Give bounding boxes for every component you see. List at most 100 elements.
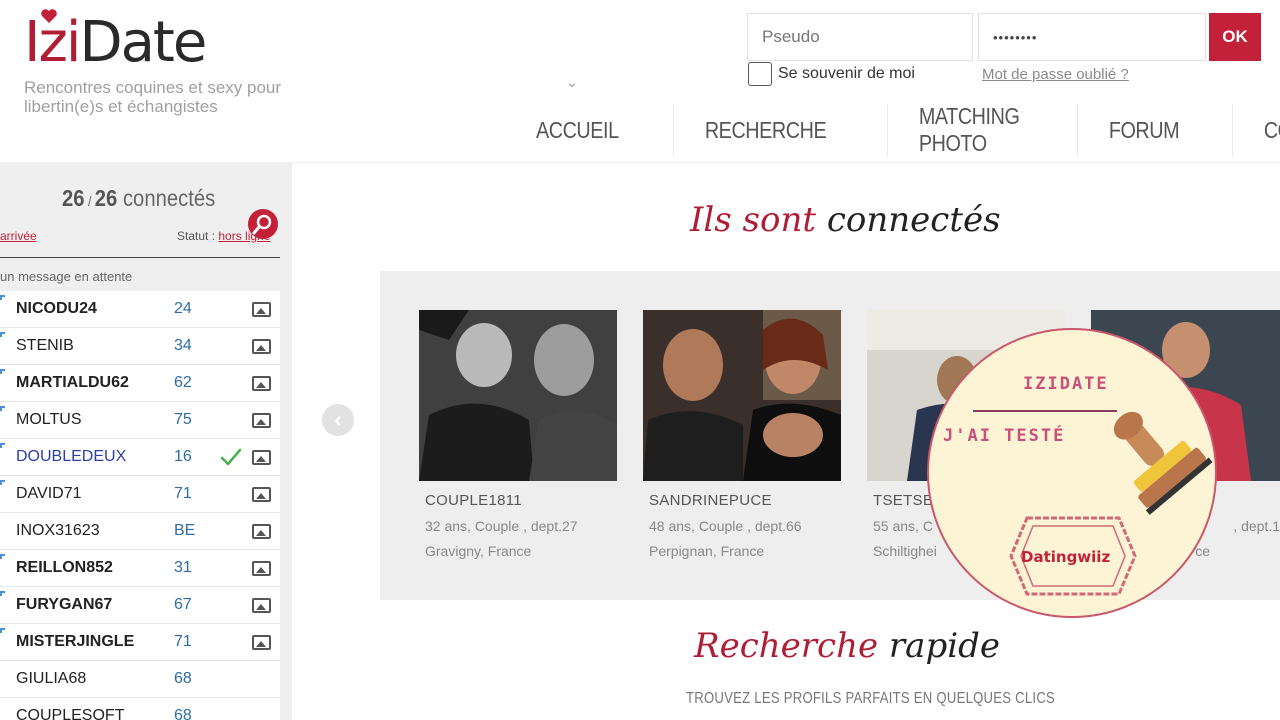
- heart-icon: [41, 9, 57, 23]
- user-row[interactable]: DOUBLEDEUX 16: [0, 439, 280, 476]
- user-age: 75: [174, 411, 192, 428]
- user-row[interactable]: INOX31623 BE: [0, 513, 280, 550]
- remember-checkbox[interactable]: [748, 62, 772, 86]
- search-icon[interactable]: [248, 209, 278, 239]
- photo-icon[interactable]: [252, 339, 271, 354]
- connected-section-title: Ils sont connectés: [690, 200, 1001, 240]
- user-name[interactable]: DAVID71: [16, 485, 82, 503]
- corner-marker-icon: [0, 406, 5, 411]
- password-input[interactable]: ••••••••: [978, 13, 1206, 61]
- profile-photo[interactable]: [419, 310, 617, 481]
- photo-icon[interactable]: [252, 561, 271, 576]
- corner-marker-icon: [0, 554, 5, 559]
- corner-marker-icon: [0, 332, 5, 337]
- user-row[interactable]: MARTIALDU62 62: [0, 365, 280, 402]
- profile-location: Perpignan, France: [649, 543, 765, 559]
- photo-icon[interactable]: [252, 487, 271, 502]
- user-age: 34: [174, 337, 192, 354]
- profile-name[interactable]: COUPLE1811: [425, 492, 617, 509]
- login-ok-button[interactable]: OK: [1209, 13, 1261, 61]
- user-row[interactable]: MOLTUS 75: [0, 402, 280, 439]
- connected-count: 26 / 26 connectés: [62, 185, 215, 212]
- user-age: 31: [174, 559, 192, 576]
- photo-icon[interactable]: [252, 524, 271, 539]
- nav-contact[interactable]: CONTACT: [1232, 104, 1280, 156]
- chevron-left-icon[interactable]: ‹: [322, 404, 354, 436]
- user-name[interactable]: REILLON852: [16, 559, 113, 577]
- user-row[interactable]: COUPLESOFT 68: [0, 698, 280, 720]
- nav-forum[interactable]: FORUM: [1077, 104, 1210, 156]
- corner-marker-icon: [0, 369, 5, 374]
- profile-location: Gravigny, France: [425, 543, 532, 559]
- remember-me[interactable]: Se souvenir de moi: [748, 62, 915, 86]
- search-title-rest: rapide: [888, 626, 1000, 666]
- user-age: 62: [174, 374, 192, 391]
- user-name[interactable]: INOX31623: [16, 522, 100, 540]
- pseudo-input[interactable]: [747, 13, 973, 61]
- user-row[interactable]: MISTERJINGLE 71: [0, 624, 280, 661]
- photo-icon[interactable]: [252, 598, 271, 613]
- photo-icon[interactable]: [252, 302, 271, 317]
- user-name[interactable]: MOLTUS: [16, 411, 81, 429]
- site-tagline: Rencontres coquines et sexy pour liberti…: [24, 78, 282, 116]
- user-name[interactable]: NICODU24: [16, 300, 97, 318]
- logo-date: Date: [79, 10, 207, 75]
- profile-info: 32 ans, Couple , dept.27: [425, 518, 578, 534]
- quick-search-subtitle: TROUVEZ LES PROFILS PARFAITS EN QUELQUES…: [686, 690, 1056, 707]
- sidebar-divider: [0, 257, 280, 258]
- main-nav: ACCUEIL RECHERCHE MATCHING PHOTO FORUM C…: [505, 103, 1280, 156]
- connected-user-list: NICODU24 24 STENIB 34 MARTIALDU62 62 MOLTUS 75 D…: [0, 291, 280, 720]
- review-badge: IZIDATE J'AI TESTÉ Datingwiiz: [927, 328, 1217, 618]
- corner-marker-icon: [0, 591, 5, 596]
- waiting-messages: un message en attente: [0, 269, 133, 284]
- connected-title-rest: connectés: [826, 200, 1001, 240]
- search-title-accent: Recherche: [694, 626, 879, 666]
- arrivee-link[interactable]: arrivée: [0, 229, 37, 243]
- connected-total: 26: [94, 185, 118, 211]
- photo-icon[interactable]: [252, 376, 271, 391]
- photo-icon[interactable]: [252, 413, 271, 428]
- user-row[interactable]: STENIB 34: [0, 328, 280, 365]
- nav-accueil[interactable]: ACCUEIL: [505, 104, 650, 156]
- nav-matching-photo[interactable]: MATCHING PHOTO: [887, 103, 1050, 156]
- user-age: 24: [174, 300, 192, 317]
- user-age: 67: [174, 596, 192, 613]
- profile-name[interactable]: SANDRINEPUCE: [649, 492, 841, 509]
- profile-card[interactable]: SANDRINEPUCE 48 ans, Couple , dept.66 Pe…: [643, 310, 841, 559]
- badge-subtitle: J'AI TESTÉ: [943, 426, 1066, 446]
- user-row[interactable]: FURYGAN67 67: [0, 587, 280, 624]
- user-row[interactable]: NICODU24 24: [0, 291, 280, 328]
- user-row[interactable]: DAVID71 71: [0, 476, 280, 513]
- photo-icon[interactable]: [252, 635, 271, 650]
- user-age: BE: [174, 522, 196, 539]
- profile-card[interactable]: COUPLE1811 32 ans, Couple , dept.27 Grav…: [419, 310, 617, 559]
- user-name[interactable]: COUPLESOFT: [16, 707, 124, 720]
- user-name[interactable]: GIULIA68: [16, 670, 86, 688]
- badge-divider: [973, 410, 1117, 412]
- badge-title: IZIDATE: [1023, 374, 1109, 394]
- photo-icon[interactable]: [252, 450, 271, 465]
- user-name[interactable]: FURYGAN67: [16, 596, 112, 614]
- nav-recherche[interactable]: RECHERCHE: [673, 104, 857, 156]
- user-row[interactable]: REILLON852 31: [0, 550, 280, 587]
- profile-photo[interactable]: [643, 310, 841, 481]
- page: IziDate Rencontres coquines et sexy pour…: [0, 0, 1280, 720]
- user-name[interactable]: DOUBLEDEUX: [16, 448, 126, 466]
- user-age: 68: [174, 707, 192, 720]
- user-age: 71: [174, 485, 192, 502]
- connected-label: connectés: [122, 185, 216, 211]
- profile-info: 48 ans, Couple , dept.66: [649, 518, 802, 534]
- corner-marker-icon: [0, 443, 5, 448]
- user-age: 16: [174, 448, 192, 465]
- user-name[interactable]: MARTIALDU62: [16, 374, 129, 392]
- quick-search-title: Recherche rapide: [694, 626, 1000, 666]
- connected-title-accent: Ils sont: [690, 200, 817, 240]
- chevron-down-icon[interactable]: ⌄: [566, 74, 578, 91]
- user-name[interactable]: MISTERJINGLE: [16, 633, 134, 651]
- forgot-password-link[interactable]: Mot de passe oublié ?: [982, 66, 1129, 83]
- connected-current: 26: [62, 185, 85, 211]
- user-row[interactable]: GIULIA68 68: [0, 661, 280, 698]
- corner-marker-icon: [0, 295, 5, 300]
- password-value: ••••••••: [993, 29, 1038, 45]
- user-name[interactable]: STENIB: [16, 337, 74, 355]
